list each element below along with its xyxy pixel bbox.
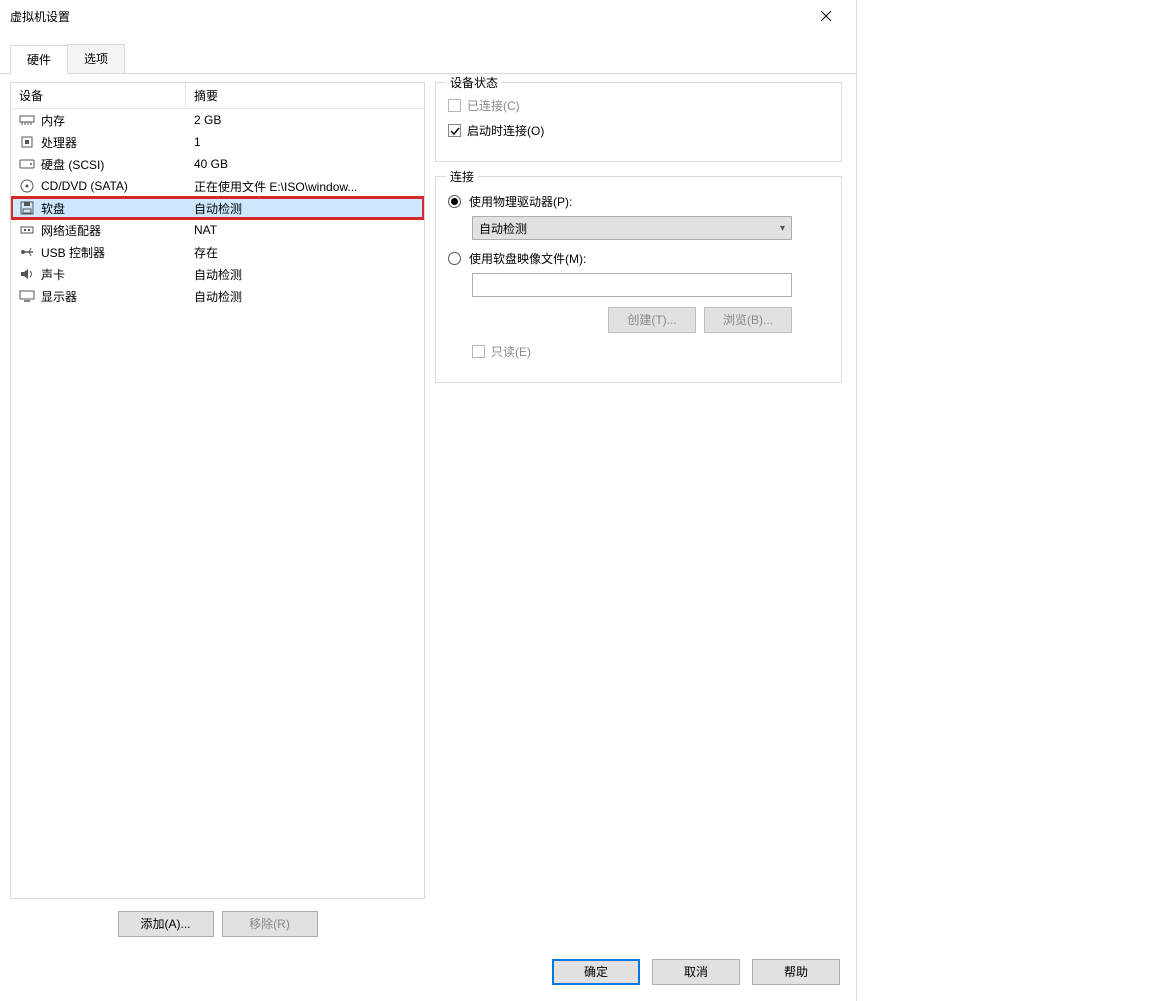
device-row[interactable]: 显示器 自动检测 (11, 285, 424, 307)
memory-icon (19, 113, 35, 127)
col-header-summary: 摘要 (186, 83, 424, 108)
browse-button[interactable]: 浏览(B)... (704, 307, 792, 333)
device-list-header: 设备 摘要 (11, 83, 424, 109)
device-summary: 存在 (186, 244, 424, 261)
device-name: CD/DVD (SATA) (41, 179, 128, 193)
device-status-group: 设备状态 已连接(C) 启动时连接(O) (435, 82, 842, 162)
use-image-label: 使用软盘映像文件(M): (469, 250, 586, 267)
connect-on-start-label: 启动时连接(O) (467, 122, 544, 139)
physical-drive-value: 自动检测 (479, 220, 527, 237)
titlebar: 虚拟机设置 (0, 0, 856, 32)
device-row[interactable]: 网络适配器 NAT (11, 219, 424, 241)
device-summary: 2 GB (186, 113, 424, 127)
floppy-icon (19, 201, 35, 215)
connection-legend: 连接 (446, 168, 478, 185)
connected-checkbox (448, 99, 461, 112)
connected-label: 已连接(C) (467, 97, 520, 114)
close-icon (820, 10, 832, 22)
create-button[interactable]: 创建(T)... (608, 307, 696, 333)
device-list: 设备 摘要 内存 2 GB 处理器 1 硬盘 (SCSI) 40 GB CD/DVD (SA… (10, 82, 425, 899)
connect-on-start-checkbox[interactable] (448, 124, 461, 137)
ok-button[interactable]: 确定 (552, 959, 640, 985)
device-summary: NAT (186, 223, 424, 237)
device-name: 硬盘 (SCSI) (41, 156, 104, 173)
physical-drive-dropdown[interactable]: 自动检测 ▾ (472, 216, 792, 240)
tab-bar: 硬件 选项 (0, 32, 856, 74)
window-title: 虚拟机设置 (10, 8, 806, 25)
hdd-icon (19, 157, 35, 171)
device-summary: 1 (186, 135, 424, 149)
device-name: 处理器 (41, 134, 77, 151)
tab-hardware[interactable]: 硬件 (10, 45, 68, 74)
use-image-radio[interactable] (448, 252, 461, 265)
use-physical-radio[interactable] (448, 195, 461, 208)
help-button[interactable]: 帮助 (752, 959, 840, 985)
sound-icon (19, 267, 35, 281)
remove-button[interactable]: 移除(R) (222, 911, 318, 937)
usb-icon (19, 245, 35, 259)
readonly-label: 只读(E) (491, 343, 531, 360)
net-icon (19, 223, 35, 237)
connection-group: 连接 使用物理驱动器(P): 自动检测 ▾ 使用软盘映像文件(M): 创建(T)… (435, 176, 842, 383)
vm-settings-window: 虚拟机设置 硬件 选项 设备 摘要 内存 2 GB 处理器 1 硬盘 (SCSI) 40 … (0, 0, 857, 1001)
device-name: 显示器 (41, 288, 77, 305)
device-row[interactable]: 处理器 1 (11, 131, 424, 153)
device-summary: 自动检测 (186, 288, 424, 305)
device-summary: 正在使用文件 E:\ISO\window... (186, 178, 424, 195)
use-physical-label: 使用物理驱动器(P): (469, 193, 572, 210)
device-row[interactable]: 内存 2 GB (11, 109, 424, 131)
device-name: 软盘 (41, 200, 65, 217)
image-path-input[interactable] (472, 273, 792, 297)
tab-options[interactable]: 选项 (67, 44, 125, 73)
cancel-button[interactable]: 取消 (652, 959, 740, 985)
device-row[interactable]: CD/DVD (SATA) 正在使用文件 E:\ISO\window... (11, 175, 424, 197)
device-name: 内存 (41, 112, 65, 129)
check-icon (450, 126, 460, 136)
device-name: 网络适配器 (41, 222, 101, 239)
device-name: 声卡 (41, 266, 65, 283)
device-summary: 自动检测 (186, 266, 424, 283)
device-row[interactable]: USB 控制器 存在 (11, 241, 424, 263)
device-row[interactable]: 硬盘 (SCSI) 40 GB (11, 153, 424, 175)
readonly-checkbox (472, 345, 485, 358)
device-status-legend: 设备状态 (446, 74, 502, 91)
cd-icon (19, 179, 35, 193)
device-row[interactable]: 声卡 自动检测 (11, 263, 424, 285)
footer-buttons: 确定 取消 帮助 (0, 949, 856, 1001)
device-row[interactable]: 软盘 自动检测 (11, 197, 424, 219)
cpu-icon (19, 135, 35, 149)
add-button[interactable]: 添加(A)... (118, 911, 214, 937)
chevron-down-icon: ▾ (780, 223, 785, 234)
col-header-device: 设备 (11, 83, 186, 108)
close-button[interactable] (806, 2, 846, 30)
display-icon (19, 289, 35, 303)
device-summary: 自动检测 (186, 200, 424, 217)
device-name: USB 控制器 (41, 244, 105, 261)
device-summary: 40 GB (186, 157, 424, 171)
